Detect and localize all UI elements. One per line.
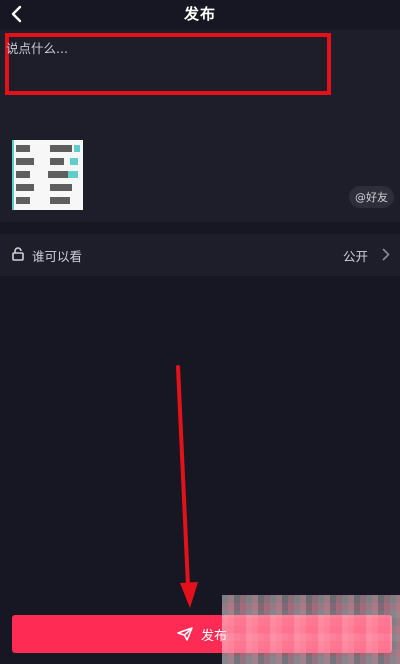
watermark-blur <box>222 595 400 664</box>
mention-friend-button[interactable]: @好友 <box>349 186 394 208</box>
privacy-value: 公开 <box>342 249 368 264</box>
page-title: 发布 <box>183 5 216 23</box>
lock-open-icon <box>12 247 24 261</box>
video-thumbnail[interactable] <box>12 140 83 210</box>
chevron-right-icon <box>382 248 390 261</box>
compose-panel: @好友 <box>0 30 400 222</box>
privacy-label: 谁可以看 <box>32 249 83 264</box>
caption-input[interactable] <box>4 40 308 57</box>
send-icon <box>177 627 193 641</box>
privacy-row[interactable]: 谁可以看 公开 <box>0 234 400 276</box>
top-bar: 发布 <box>0 0 400 30</box>
